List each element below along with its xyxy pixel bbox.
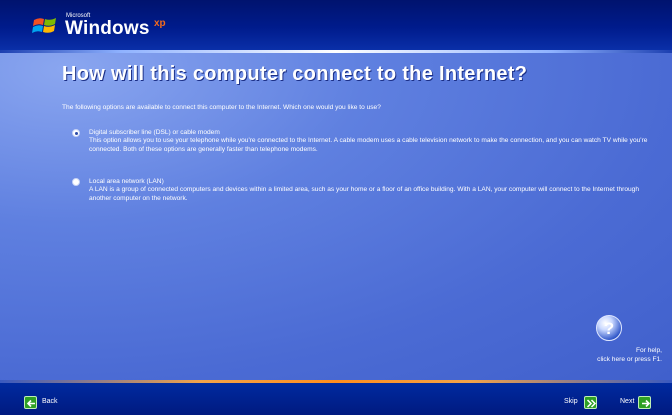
option-dsl-description: This option allows you to use your telep… <box>89 137 648 153</box>
option-dsl-label[interactable]: Digital subscriber line (DSL) or cable m… <box>89 129 220 136</box>
back-label: Back <box>42 398 58 405</box>
oobe-window: Microsoft Windows xp How will this compu… <box>0 0 672 415</box>
option-lan-label[interactable]: Local area network (LAN) <box>89 178 164 185</box>
skip-arrow-icon <box>584 396 597 409</box>
back-button[interactable]: Back <box>24 396 74 410</box>
question-mark-icon[interactable]: ? <box>596 315 622 341</box>
back-arrow-icon <box>24 396 37 409</box>
page-title: How will this computer connect to the In… <box>62 63 528 85</box>
windows-xp-logo: Microsoft Windows xp <box>32 12 172 46</box>
skip-button[interactable]: Skip <box>564 396 608 410</box>
main-panel: How will this computer connect to the In… <box>0 53 672 380</box>
skip-label: Skip <box>564 398 578 405</box>
option-lan-description: A LAN is a group of connected computers … <box>89 186 640 202</box>
header-band: Microsoft Windows xp <box>0 0 672 50</box>
radio-dsl-cable[interactable] <box>72 129 80 137</box>
next-label: Next <box>620 398 635 405</box>
next-button[interactable]: Next <box>620 396 670 410</box>
help-text-line1: For help, <box>635 347 662 354</box>
help-link[interactable]: click here or press F1. <box>597 356 662 363</box>
intro-text: The following options are available to c… <box>62 104 381 111</box>
next-arrow-icon <box>638 396 651 409</box>
help-area: ? For help, click here or press F1. <box>550 315 668 371</box>
radio-lan[interactable] <box>72 178 80 186</box>
logo-xp-text: xp <box>154 18 166 29</box>
logo-windows-text: Windows <box>65 18 150 39</box>
footer-bar: Back Skip Next <box>0 383 672 415</box>
windows-flag-icon <box>32 18 56 33</box>
